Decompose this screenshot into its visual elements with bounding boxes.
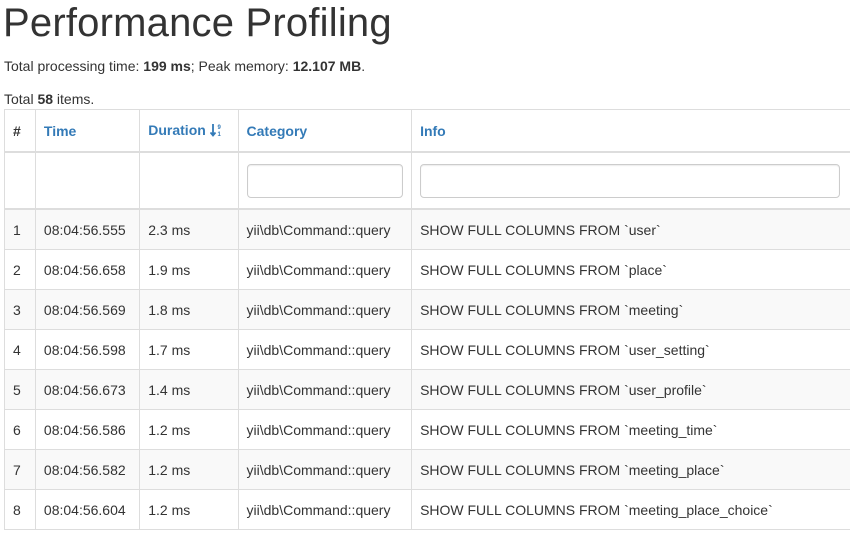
total-count: 58 [37,91,54,107]
row-duration: 1.4 ms [139,369,239,410]
processing-time-label: Total processing time: [4,58,144,74]
row-info: SHOW FULL COLUMNS FROM `user_setting` [411,329,850,370]
table-row: 3 08:04:56.569 1.8 ms yii\db\Command::qu… [4,289,850,330]
row-category: yii\db\Command::query [237,369,413,410]
row-duration: 1.7 ms [139,329,239,370]
sort-by-time-link[interactable]: Time [44,123,76,139]
row-info: SHOW FULL COLUMNS FROM `place` [411,249,850,290]
filter-cell-time [34,151,141,210]
table-row: 2 08:04:56.658 1.9 ms yii\db\Command::qu… [4,249,850,290]
sort-numeric-desc-icon: 91 [209,123,224,140]
row-time: 08:04:56.569 [34,289,141,330]
row-info: SHOW FULL COLUMNS FROM `meeting` [411,289,850,330]
row-category: yii\db\Command::query [237,249,413,290]
row-duration: 1.2 ms [139,449,239,490]
row-duration: 1.8 ms [139,289,239,330]
column-header-duration[interactable]: Duration 9 1 [139,109,239,153]
row-time: 08:04:56.673 [34,369,141,410]
filter-cell-duration [139,151,239,210]
page-title: Performance Profiling [3,1,392,45]
column-header-time[interactable]: Time [34,109,141,153]
row-time: 08:04:56.555 [34,208,141,250]
sort-by-duration-link[interactable]: Duration 9 1 [148,122,224,138]
duration-header-label: Duration [148,121,206,138]
filter-row [4,151,850,210]
table-row: 6 08:04:56.586 1.2 ms yii\db\Command::qu… [4,409,850,450]
table-row: 7 08:04:56.582 1.2 ms yii\db\Command::qu… [4,449,850,490]
profiling-page: Performance Profiling Total processing t… [0,0,850,534]
row-duration: 1.2 ms [139,409,239,450]
summary-end: . [361,58,366,74]
table-row: 5 08:04:56.673 1.4 ms yii\db\Command::qu… [4,369,850,410]
row-num: 2 [4,249,36,290]
filter-row-group [4,151,850,210]
row-info: SHOW FULL COLUMNS FROM `meeting_place` [411,449,850,490]
row-num: 5 [4,369,36,410]
row-time: 08:04:56.582 [34,449,141,490]
row-info: SHOW FULL COLUMNS FROM `user` [411,208,850,250]
table-row: 4 08:04:56.598 1.7 ms yii\db\Command::qu… [4,329,850,370]
peak-memory-value: 12.107 MB [292,58,362,74]
row-duration: 1.9 ms [139,249,239,290]
row-category: yii\db\Command::query [237,489,413,530]
svg-text:1: 1 [217,132,221,137]
svg-text:9: 9 [217,125,221,131]
row-category: yii\db\Command::query [237,329,413,370]
column-header-category[interactable]: Category [237,109,413,153]
filter-cell-category [237,151,413,210]
summary-line: Total processing time: 199 ms; Peak memo… [4,57,365,75]
row-info: SHOW FULL COLUMNS FROM `meeting_place_ch… [411,489,850,530]
filter-cell-info [411,151,850,210]
row-num: 1 [4,208,36,250]
row-info: SHOW FULL COLUMNS FROM `user_profile` [411,369,850,410]
column-header-info[interactable]: Info [411,109,850,153]
total-items-summary: Total 58 items. [4,90,94,108]
processing-time-value: 199 ms [143,58,191,74]
row-num: 6 [4,409,36,450]
row-info: SHOW FULL COLUMNS FROM `meeting_time` [411,409,850,450]
sort-by-info-link[interactable]: Info [420,123,446,139]
row-category: yii\db\Command::query [237,409,413,450]
table-row: 1 08:04:56.555 2.3 ms yii\db\Command::qu… [4,208,850,250]
row-category: yii\db\Command::query [237,208,413,250]
row-time: 08:04:56.598 [34,329,141,370]
row-time: 08:04:56.604 [34,489,141,530]
filter-cell-num [4,151,36,210]
row-category: yii\db\Command::query [237,449,413,490]
column-header-num: # [4,109,36,153]
peak-memory-label: ; Peak memory: [190,58,293,74]
row-category: yii\db\Command::query [237,289,413,330]
category-filter-input[interactable] [246,163,404,198]
row-time: 08:04:56.586 [34,409,141,450]
total-suffix: items. [53,91,95,107]
header-row: # Time Duration 9 1 Category Info [4,109,850,153]
row-num: 4 [4,329,36,370]
row-num: 8 [4,489,36,530]
row-duration: 2.3 ms [139,208,239,250]
row-duration: 1.2 ms [139,489,239,530]
table-header: # Time Duration 9 1 Category Info [4,109,850,153]
row-num: 7 [4,449,36,490]
table-row: 8 08:04:56.604 1.2 ms yii\db\Command::qu… [4,489,850,530]
row-time: 08:04:56.658 [34,249,141,290]
total-prefix: Total [4,91,38,107]
sort-by-category-link[interactable]: Category [247,123,308,139]
row-num: 3 [4,289,36,330]
info-filter-input[interactable] [420,163,841,198]
table-body: 1 08:04:56.555 2.3 ms yii\db\Command::qu… [4,208,850,530]
profiling-table: # Time Duration 9 1 Category Info 1 08:04:… [4,109,850,530]
